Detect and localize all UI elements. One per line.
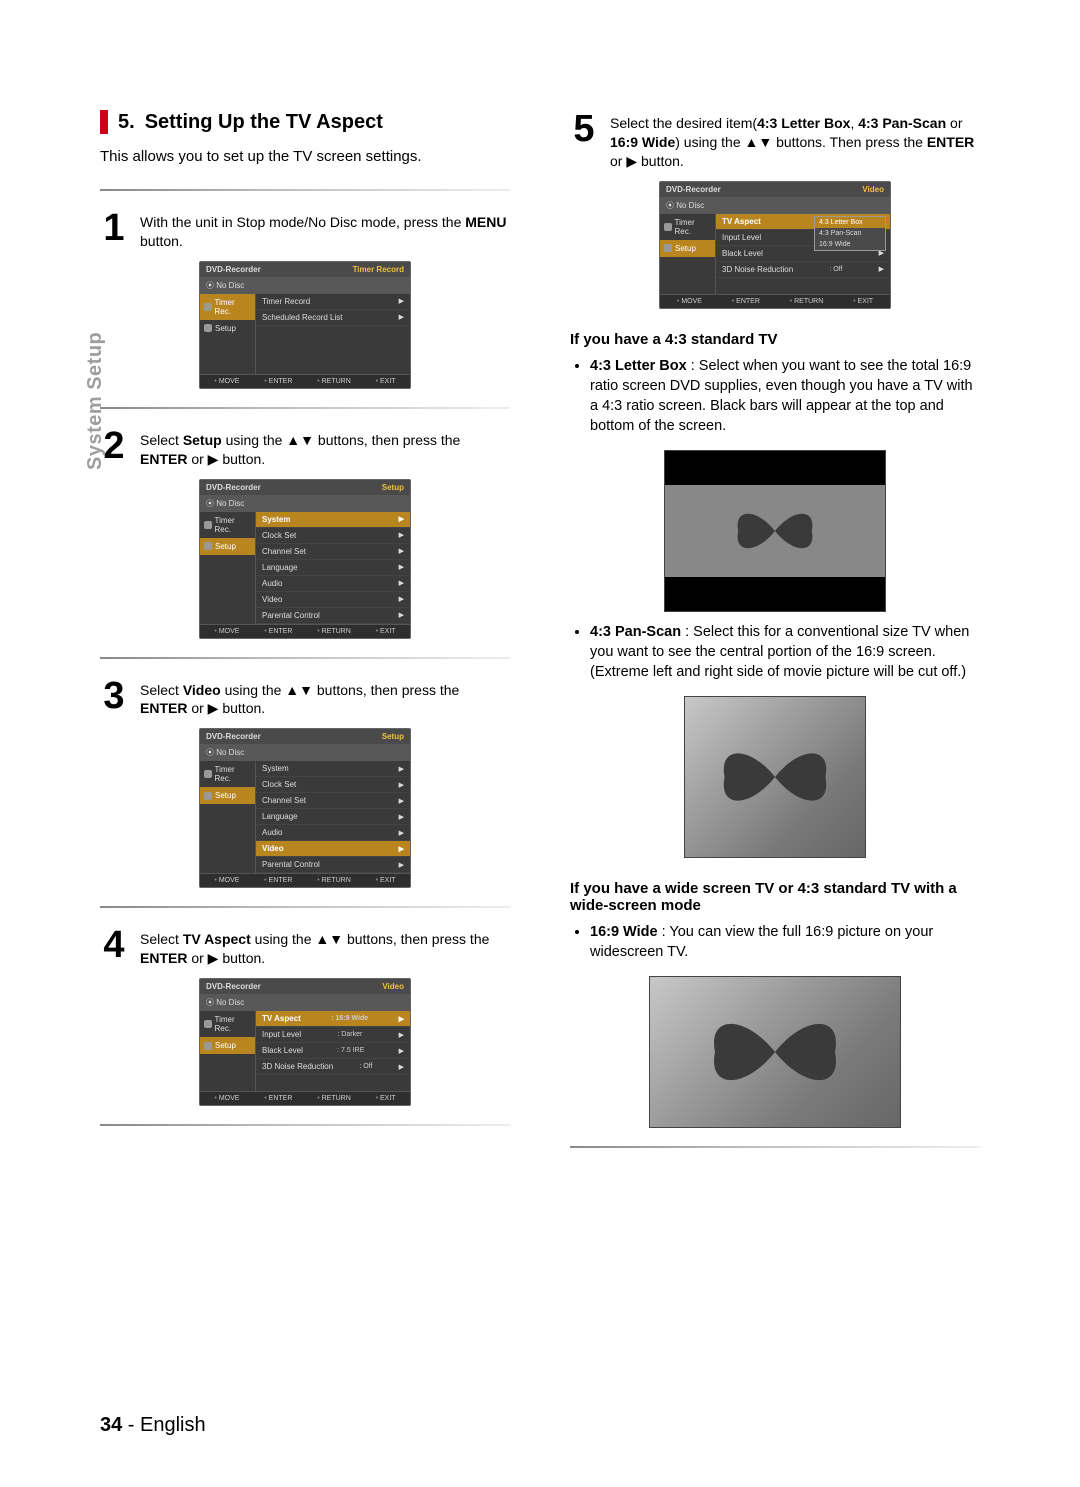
step-1-text: With the unit in Stop mode/No Disc mode,…	[140, 209, 510, 251]
clock-icon	[204, 303, 212, 311]
step-5-text: Select the desired item(4:3 Letter Box, …	[610, 110, 980, 171]
divider	[100, 407, 510, 409]
butterfly-icon	[712, 729, 838, 825]
side-tab-label: System Setup	[84, 332, 107, 470]
section-intro: This allows you to set up the TV screen …	[100, 148, 510, 165]
osd-step-1: DVD-RecorderTimer Record ⦿ No Disc Timer…	[199, 261, 411, 389]
gear-icon	[204, 1042, 212, 1050]
desc-panscan: 4:3 Pan-Scan : Select this for a convent…	[590, 622, 980, 682]
gear-icon	[204, 792, 212, 800]
step-4-text: Select TV Aspect using the ▲▼ buttons, t…	[140, 926, 510, 968]
divider	[100, 906, 510, 908]
clock-icon	[204, 770, 212, 778]
sample-wide	[649, 976, 901, 1128]
sample-panscan	[684, 696, 866, 858]
step-4: 4 Select TV Aspect using the ▲▼ buttons,…	[100, 926, 510, 968]
butterfly-icon	[688, 1007, 863, 1097]
step-3-text: Select Video using the ▲▼ buttons, then …	[140, 677, 510, 719]
step-5-number: 5	[570, 110, 598, 148]
clock-icon	[204, 1020, 212, 1028]
divider	[100, 189, 510, 191]
step-3-number: 3	[100, 677, 128, 715]
step-3: 3 Select Video using the ▲▼ buttons, the…	[100, 677, 510, 719]
section-heading: Setting Up the TV Aspect	[145, 111, 383, 134]
divider	[100, 657, 510, 659]
section-title: 5. Setting Up the TV Aspect	[100, 110, 510, 134]
osd-step-5: DVD-RecorderVideo ⦿ No Disc Timer Rec. S…	[659, 181, 891, 309]
divider	[100, 1124, 510, 1126]
right-column: 5 Select the desired item(4:3 Letter Box…	[570, 110, 980, 1166]
step-1: 1 With the unit in Stop mode/No Disc mod…	[100, 209, 510, 251]
divider	[570, 1146, 980, 1148]
clock-icon	[204, 521, 212, 529]
step-1-number: 1	[100, 209, 128, 247]
desc-letterbox: 4:3 Letter Box : Select when you want to…	[590, 356, 980, 436]
subhead-wide: If you have a wide screen TV or 4:3 stan…	[570, 880, 980, 914]
left-column: 5. Setting Up the TV Aspect This allows …	[100, 110, 510, 1166]
desc-wide: 16:9 Wide : You can view the full 16:9 p…	[590, 922, 980, 962]
step-2-text: Select Setup using the ▲▼ buttons, then …	[140, 427, 510, 469]
step-4-number: 4	[100, 926, 128, 964]
osd-step-2: DVD-RecorderSetup ⦿ No Disc Timer Rec. S…	[199, 479, 411, 639]
section-number: 5.	[118, 111, 135, 134]
gear-icon	[204, 324, 212, 332]
gear-icon	[664, 244, 672, 252]
page-footer: 34 - English	[100, 1414, 206, 1437]
step-5: 5 Select the desired item(4:3 Letter Box…	[570, 110, 980, 171]
butterfly-icon	[698, 503, 852, 558]
osd-step-4: DVD-RecorderVideo ⦿ No Disc Timer Rec. S…	[199, 978, 411, 1106]
subhead-43: If you have a 4:3 standard TV	[570, 331, 980, 348]
clock-icon	[664, 223, 672, 231]
osd-step-3: DVD-RecorderSetup ⦿ No Disc Timer Rec. S…	[199, 728, 411, 888]
sample-letterbox	[664, 450, 886, 612]
gear-icon	[204, 542, 212, 550]
step-2: 2 Select Setup using the ▲▼ buttons, the…	[100, 427, 510, 469]
section-bar	[100, 110, 108, 134]
